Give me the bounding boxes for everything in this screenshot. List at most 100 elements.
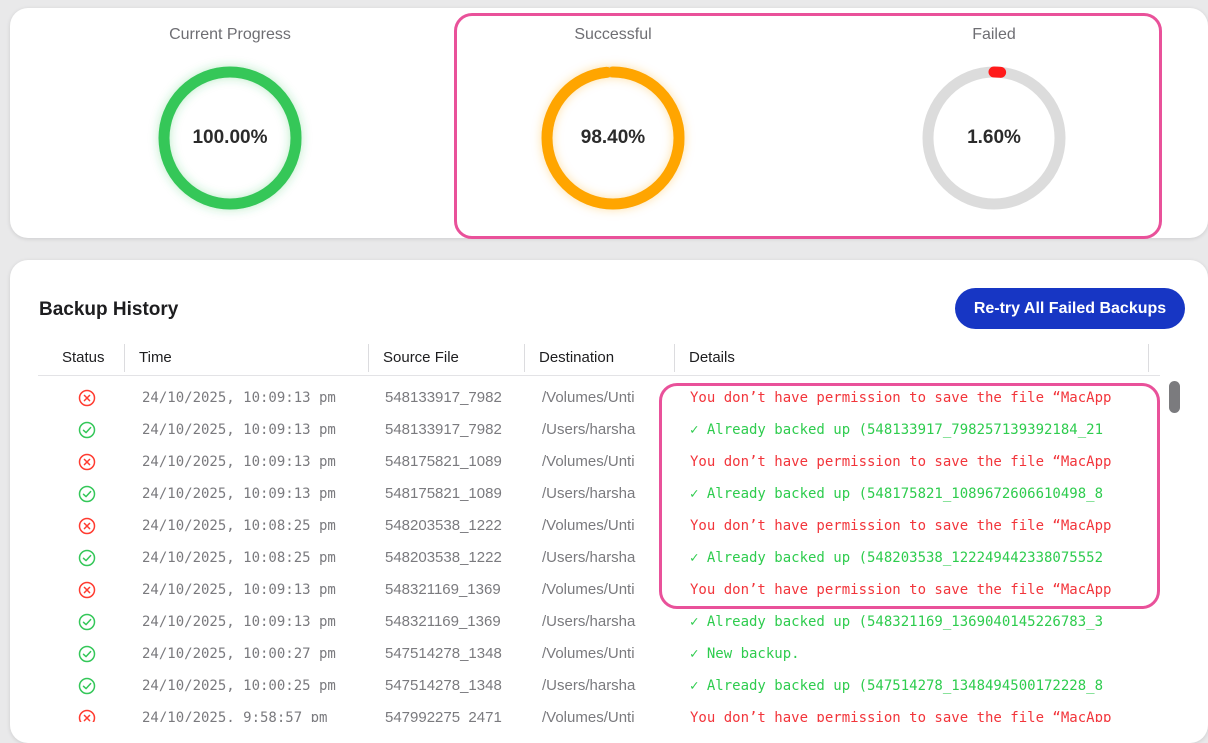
current-progress-stat: Current Progress 100.00% bbox=[80, 8, 380, 238]
table-row[interactable]: 24/10/2025, 10:09:13 pm 548321169_1369/Us… bbox=[38, 606, 1160, 638]
time-cell: 24/10/2025, 10:09:13 pm bbox=[142, 582, 336, 598]
source-file-cell: 547514278_1348 bbox=[385, 645, 502, 662]
source-file-cell: 548133917_7982 bbox=[385, 421, 502, 438]
details-cell: ✓ Already backed up (548321169_136904014… bbox=[690, 614, 1104, 630]
destination-cell: /Users/harsha bbox=[542, 677, 636, 694]
time-cell: 24/10/2025, 9:58:57 pm bbox=[142, 710, 328, 722]
retry-all-failed-button[interactable]: Re-try All Failed Backups bbox=[955, 288, 1185, 329]
table-row[interactable]: 24/10/2025, 10:09:13 pm 548133917_7982/Us… bbox=[38, 414, 1160, 446]
successful-stat: Successful 98.40% bbox=[463, 8, 763, 238]
status-cell bbox=[78, 382, 102, 414]
time-cell: 24/10/2025, 10:09:13 pm bbox=[142, 486, 336, 502]
source-file-cell: 548321169_1369 bbox=[385, 581, 501, 598]
column-divider bbox=[1148, 344, 1149, 372]
failed-title: Failed bbox=[972, 26, 1016, 43]
destination-cell: /Volumes/Unti bbox=[542, 517, 635, 534]
destination-cell: /Users/harsha bbox=[542, 549, 636, 566]
time-cell: 24/10/2025, 10:00:25 pm bbox=[142, 678, 336, 694]
x-circle-icon bbox=[78, 581, 96, 599]
x-circle-icon bbox=[78, 389, 96, 407]
source-file-cell: 548175821_1089 bbox=[385, 453, 502, 470]
destination-cell: /Volumes/Unti bbox=[542, 453, 635, 470]
details-cell: ✓ New backup. bbox=[690, 646, 800, 662]
details-cell: You don’t have permission to save the fi… bbox=[690, 454, 1112, 470]
table-row[interactable]: 24/10/2025, 10:09:13 pm 548175821_1089/Us… bbox=[38, 478, 1160, 510]
status-cell bbox=[78, 542, 102, 574]
table-row[interactable]: 24/10/2025, 10:08:25 pm 548203538_1222/Us… bbox=[38, 542, 1160, 574]
time-cell: 24/10/2025, 10:08:25 pm bbox=[142, 550, 336, 566]
destination-cell: /Volumes/Unti bbox=[542, 581, 635, 598]
x-circle-icon bbox=[78, 453, 96, 471]
table-row[interactable]: 24/10/2025, 10:00:25 pm 547514278_1348/Us… bbox=[38, 670, 1160, 702]
details-cell: ✓ Already backed up (548175821_108967260… bbox=[690, 486, 1104, 502]
successful-percentage-label: 98.40% bbox=[580, 127, 646, 148]
column-header-destination[interactable]: Destination bbox=[524, 344, 614, 372]
x-circle-icon bbox=[78, 517, 96, 535]
backup-history-table: 24/10/2025, 10:09:13 pm 548133917_7982/Vo… bbox=[38, 382, 1160, 722]
backup-history-card: Backup History Re-try All Failed Backups… bbox=[10, 260, 1208, 743]
status-cell bbox=[78, 574, 102, 606]
check-circle-icon bbox=[78, 421, 96, 439]
source-file-cell: 547514278_1348 bbox=[385, 677, 502, 694]
status-cell bbox=[78, 702, 102, 722]
x-circle-icon bbox=[78, 709, 96, 722]
table-header: Status Time Source File Destination Deta… bbox=[38, 344, 1160, 376]
time-cell: 24/10/2025, 10:00:27 pm bbox=[142, 646, 336, 662]
column-header-status[interactable]: Status bbox=[62, 344, 105, 372]
current-progress-title: Current Progress bbox=[169, 26, 291, 43]
column-header-time[interactable]: Time bbox=[124, 344, 172, 372]
check-circle-icon bbox=[78, 613, 96, 631]
destination-cell: /Volumes/Unti bbox=[542, 709, 635, 722]
table-row[interactable]: 24/10/2025, 10:09:13 pm 548175821_1089/Vo… bbox=[38, 446, 1160, 478]
details-cell: You don’t have permission to save the fi… bbox=[690, 710, 1112, 722]
table-row[interactable]: 24/10/2025, 10:08:25 pm 548203538_1222/Vo… bbox=[38, 510, 1160, 542]
details-cell: You don’t have permission to save the fi… bbox=[690, 390, 1112, 406]
source-file-cell: 547992275_2471 bbox=[385, 709, 502, 722]
scrollbar-thumb[interactable] bbox=[1169, 381, 1180, 413]
source-file-cell: 548321169_1369 bbox=[385, 613, 501, 630]
status-cell bbox=[78, 414, 102, 446]
table-row[interactable]: 24/10/2025, 10:09:13 pm 548321169_1369/Vo… bbox=[38, 574, 1160, 606]
details-cell: ✓ Already backed up (548203538_122249442… bbox=[690, 550, 1104, 566]
status-cell bbox=[78, 510, 102, 542]
status-cell bbox=[78, 446, 102, 478]
status-cell bbox=[78, 606, 102, 638]
progress-percentage-label: 100.00% bbox=[192, 127, 268, 148]
time-cell: 24/10/2025, 10:09:13 pm bbox=[142, 422, 336, 438]
status-cell bbox=[78, 670, 102, 702]
table-scrollbar[interactable] bbox=[1166, 378, 1182, 718]
source-file-cell: 548203538_1222 bbox=[385, 549, 502, 566]
source-file-cell: 548133917_7982 bbox=[385, 389, 502, 406]
successful-ring: 98.40% bbox=[541, 66, 685, 210]
time-cell: 24/10/2025, 10:08:25 pm bbox=[142, 518, 336, 534]
table-row[interactable]: 24/10/2025, 10:09:13 pm 548133917_7982/Vo… bbox=[38, 382, 1160, 414]
details-cell: ✓ Already backed up (547514278_134849450… bbox=[690, 678, 1104, 694]
backup-history-title: Backup History bbox=[39, 299, 179, 320]
source-file-cell: 548175821_1089 bbox=[385, 485, 502, 502]
details-cell: You don’t have permission to save the fi… bbox=[690, 518, 1112, 534]
failed-percentage-label: 1.60% bbox=[967, 127, 1021, 148]
failed-ring: 1.60% bbox=[922, 66, 1066, 210]
destination-cell: /Users/harsha bbox=[542, 485, 636, 502]
destination-cell: /Volumes/Unti bbox=[542, 389, 635, 406]
check-circle-icon bbox=[78, 645, 96, 663]
destination-cell: /Volumes/Unti bbox=[542, 645, 635, 662]
destination-cell: /Users/harsha bbox=[542, 613, 636, 630]
current-progress-ring: 100.00% bbox=[158, 66, 302, 210]
table-row[interactable]: 24/10/2025, 10:00:27 pm 547514278_1348/Vo… bbox=[38, 638, 1160, 670]
time-cell: 24/10/2025, 10:09:13 pm bbox=[142, 454, 336, 470]
source-file-cell: 548203538_1222 bbox=[385, 517, 502, 534]
status-cell bbox=[78, 478, 102, 510]
time-cell: 24/10/2025, 10:09:13 pm bbox=[142, 390, 336, 406]
check-circle-icon bbox=[78, 549, 96, 567]
failed-stat: Failed 1.60% bbox=[844, 8, 1144, 238]
details-cell: ✓ Already backed up (548133917_798257139… bbox=[690, 422, 1104, 438]
column-header-details[interactable]: Details bbox=[674, 344, 735, 372]
successful-title: Successful bbox=[574, 26, 652, 43]
time-cell: 24/10/2025, 10:09:13 pm bbox=[142, 614, 336, 630]
check-circle-icon bbox=[78, 485, 96, 503]
column-header-source-file[interactable]: Source File bbox=[368, 344, 459, 372]
status-cell bbox=[78, 638, 102, 670]
table-row[interactable]: 24/10/2025, 9:58:57 pm 547992275_2471/Vol… bbox=[38, 702, 1160, 722]
details-cell: You don’t have permission to save the fi… bbox=[690, 582, 1112, 598]
